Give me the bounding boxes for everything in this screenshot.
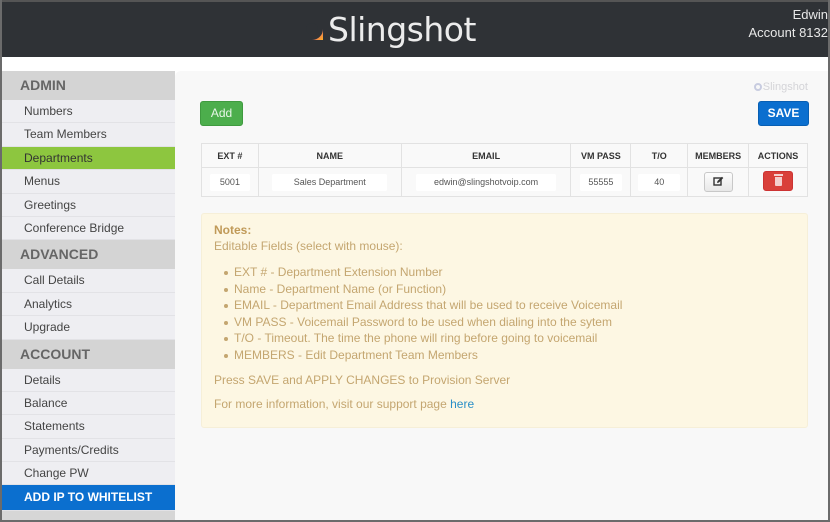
sidebar-item-greetings[interactable]: Greetings [2,193,175,217]
vm-pass-field[interactable]: 55555 [579,173,622,191]
notes-item: VM PASS - Voicemail Password to be used … [222,314,795,331]
sidebar-section-account: ACCOUNT [2,339,175,369]
sidebar-item-conference-bridge[interactable]: Conference Bridge [2,216,175,241]
app-window: Slingshot Edwin Account 8132 ADMIN Numbe… [2,0,828,520]
brand-name: Slingshot [328,9,476,49]
slingshot-logo-icon [301,18,323,40]
departments-table: EXT # NAME EMAIL VM PASS T/O MEMBERS ACT… [201,143,808,197]
sidebar-item-details[interactable]: Details [2,368,175,392]
support-link[interactable]: here [450,397,474,411]
sidebar: ADMIN Numbers Team Members Departments M… [2,71,175,520]
brand-logo[interactable]: Slingshot [298,9,476,49]
column-header-timeout: T/O [630,143,689,168]
edit-members-button[interactable] [703,172,733,192]
notes-more-info: For more information, visit our support … [214,396,795,412]
watermark-text: Slingshot [762,81,808,93]
delete-button[interactable] [763,171,794,191]
ext-field[interactable]: 5001 [209,173,250,191]
cell-actions [748,167,808,197]
notes-title: Notes: [214,223,252,237]
account-number: Account 8132 [748,25,828,40]
notes-item: MEMBERS - Edit Department Team Members [222,347,795,364]
cell-name: Sales Department [257,167,402,197]
trash-icon [774,174,784,186]
slingshot-watermark: Slingshot [753,81,808,93]
notes-list: EXT # - Department Extension Number Name… [222,264,795,364]
sidebar-item-departments[interactable]: Departments [2,146,175,171]
main-content: Slingshot Add SAVE EXT # NAME EMAIL VM P… [175,71,828,520]
sidebar-item-menus[interactable]: Menus [2,170,175,194]
sidebar-item-numbers[interactable]: Numbers [2,100,175,124]
column-header-members: MEMBERS [687,143,750,168]
column-header-vm-pass: VM PASS [570,143,632,168]
sidebar-section-admin: ADMIN [2,71,175,100]
column-header-email: EMAIL [400,143,572,168]
sidebar-section-advanced: ADVANCED [2,240,175,270]
edit-icon [712,176,723,186]
cell-ext: 5001 [201,167,259,197]
sidebar-item-balance[interactable]: Balance [2,391,175,416]
table-row: 5001 Sales Department edwin@slingshotvoi… [201,167,808,197]
table-header-row: EXT # NAME EMAIL VM PASS T/O MEMBERS ACT… [201,143,808,168]
notes-panel: Notes: Editable Fields (select with mous… [201,213,808,428]
timeout-field[interactable]: 40 [638,173,681,191]
name-field[interactable]: Sales Department [272,173,388,191]
notes-subtitle: Editable Fields (select with mouse): [214,239,403,253]
notes-item: Name - Department Name (or Function) [222,281,795,298]
cell-vm-pass: 55555 [570,167,632,197]
sidebar-item-team-members[interactable]: Team Members [2,123,175,147]
sidebar-item-upgrade[interactable]: Upgrade [2,316,175,340]
column-header-ext: EXT # [201,143,259,168]
cell-timeout: 40 [630,167,689,197]
sidebar-item-call-details[interactable]: Call Details [2,269,175,293]
add-button[interactable]: Add [200,101,243,126]
cell-members [687,167,750,197]
notes-item: EMAIL - Department Email Address that wi… [222,297,795,314]
notes-press-save: Press SAVE and APPLY CHANGES to Provisio… [214,372,511,387]
sidebar-item-change-pw[interactable]: Change PW [2,462,175,486]
notes-item: EXT # - Department Extension Number [222,264,795,281]
user-info[interactable]: Edwin Account 8132 [748,6,828,42]
column-header-name: NAME [257,143,402,168]
add-ip-whitelist-button[interactable]: ADD IP TO WHITELIST [2,485,175,512]
sidebar-item-payments-credits[interactable]: Payments/Credits [2,438,175,463]
save-button[interactable]: SAVE [758,101,809,126]
slingshot-logo-icon [753,83,762,91]
top-bar: Slingshot Edwin Account 8132 [2,0,828,57]
more-info-text: For more information, visit our support … [214,396,451,411]
sidebar-item-statements[interactable]: Statements [2,415,175,439]
sidebar-item-analytics[interactable]: Analytics [2,292,175,317]
email-field[interactable]: edwin@slingshotvoip.com [416,173,557,191]
notes-item: T/O - Timeout. The time the phone will r… [222,330,795,347]
header-spacer [2,57,828,71]
cell-email: edwin@slingshotvoip.com [400,167,572,197]
column-header-actions: ACTIONS [748,143,808,168]
user-name: Edwin [792,7,828,22]
